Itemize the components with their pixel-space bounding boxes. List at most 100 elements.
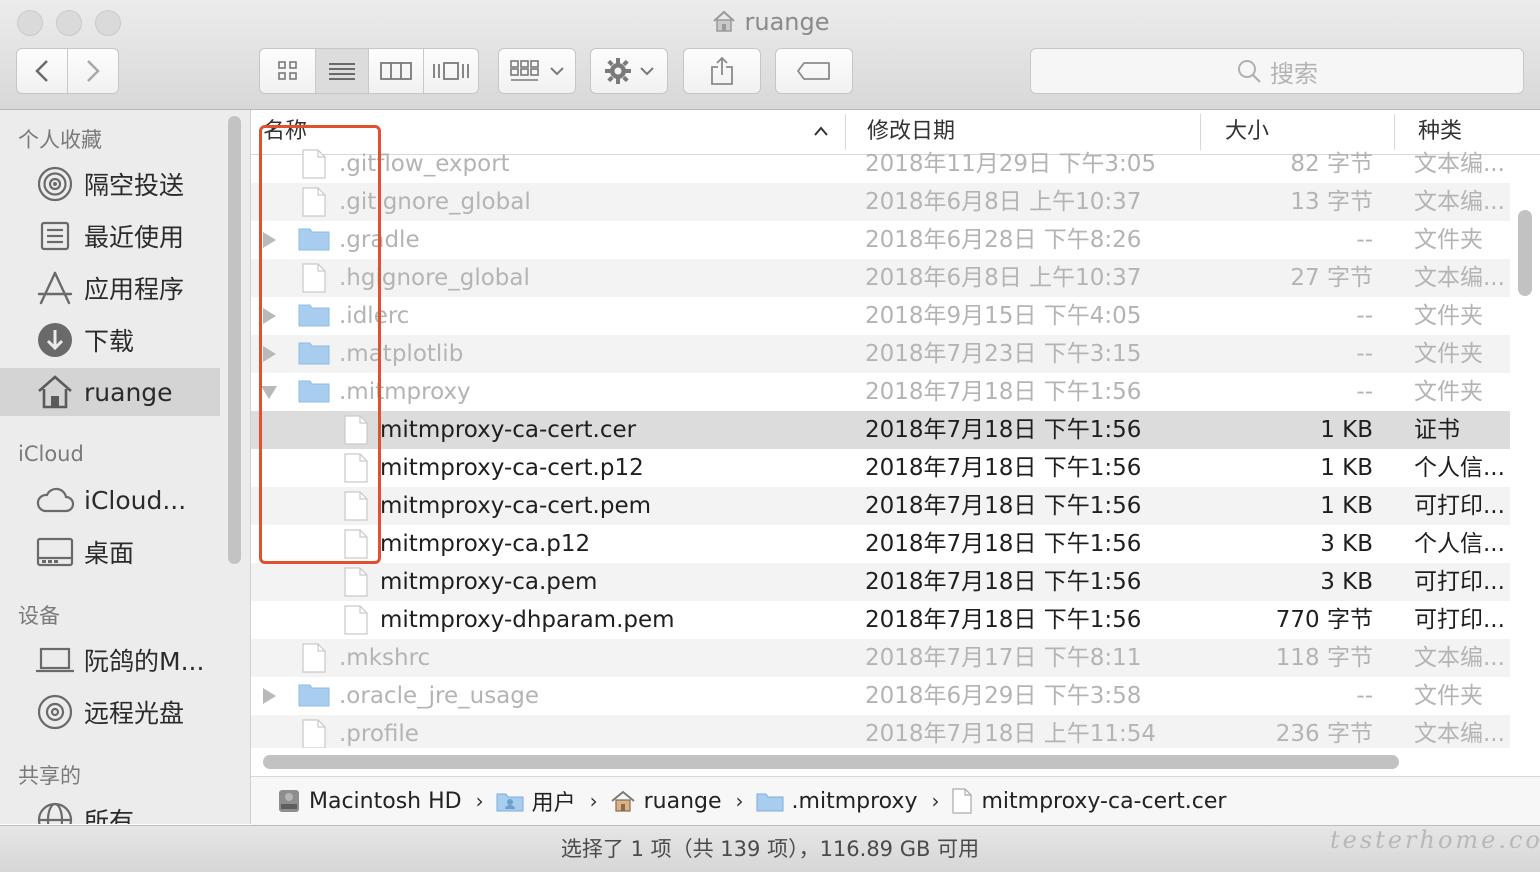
file-kind: 可打印... — [1414, 493, 1505, 519]
sidebar-header-devices: 设备 — [18, 604, 60, 628]
sidebar-item-label: 下载 — [84, 327, 135, 356]
gallery-view-button[interactable] — [424, 49, 479, 93]
sidebar-item-home[interactable]: ruange — [0, 368, 220, 416]
share-button[interactable] — [683, 48, 761, 94]
file-row[interactable]: .idlerc 2018年9月15日 下午4:05 -- 文件夹 — [251, 297, 1510, 335]
column-header-kind[interactable]: 种类 — [1418, 116, 1462, 148]
path-item-mitmproxy[interactable]: .mitmproxy › — [756, 789, 939, 814]
file-size: 27 字节 — [1290, 265, 1373, 291]
file-row[interactable]: .mitmproxy 2018年7月18日 下午1:56 -- 文件夹 — [251, 373, 1510, 411]
file-date: 2018年6月8日 上午10:37 — [865, 265, 1142, 291]
airdrop-icon — [34, 163, 76, 205]
column-header-size[interactable]: 大小 — [1225, 116, 1269, 148]
file-row[interactable]: .gitignore_global 2018年6月8日 上午10:37 13 字节文… — [251, 183, 1510, 221]
sidebar-item-remote-disc[interactable]: 远程光盘 — [0, 688, 220, 736]
column-view-button[interactable] — [369, 49, 424, 93]
file-date: 2018年7月18日 下午1:56 — [865, 569, 1142, 595]
list-view-button[interactable] — [316, 49, 369, 93]
path-item-home[interactable]: ruange › — [610, 789, 744, 814]
icon-view-button[interactable] — [260, 49, 317, 93]
home-icon — [34, 371, 76, 413]
file-row[interactable]: .hgignore_global 2018年6月8日 上午10:37 27 字节 文本… — [251, 259, 1510, 297]
file-row[interactable]: .oracle_jre_usage 2018年6月29日 下午3:58 -- 文件夹 — [251, 677, 1510, 715]
file-row[interactable]: mitmproxy-ca-cert.pem 2018年7月18日 下午1:56 1 … — [251, 487, 1510, 525]
file-date: 2018年7月18日 下午1:56 — [865, 607, 1142, 633]
sidebar-item-desktop[interactable]: 桌面 — [0, 528, 220, 576]
file-kind: 文本编... — [1414, 645, 1505, 671]
window-title-text: ruange — [744, 8, 830, 36]
sidebar-item-mac[interactable]: 阮鸽的M... — [0, 636, 220, 684]
file-row[interactable]: .gradle 2018年6月28日 下午8:26 -- 文件夹 — [251, 221, 1510, 259]
chevron-right-icon: › — [589, 789, 598, 813]
path-item-file[interactable]: mitmproxy-ca-cert.cer — [951, 788, 1226, 814]
tag-icon — [797, 62, 830, 80]
file-date: 2018年6月28日 下午8:26 — [865, 227, 1142, 253]
file-icon — [343, 605, 369, 641]
sidebar-item-icloud-drive[interactable]: iCloud... — [0, 476, 220, 524]
sidebar-item-airdrop[interactable]: 隔空投送 — [0, 160, 220, 208]
path-item-macintosh-hd[interactable]: Macintosh HD › — [277, 788, 484, 814]
arrange-button[interactable] — [498, 48, 576, 94]
sidebar-item-label: ruange — [84, 377, 173, 407]
horizontal-scrollbar[interactable] — [263, 755, 1399, 769]
network-icon — [34, 799, 76, 824]
sidebar-item-recents[interactable]: 最近使用 — [0, 212, 220, 260]
forward-button[interactable] — [68, 49, 119, 93]
downloads-icon — [34, 319, 76, 361]
folder-icon — [756, 790, 784, 812]
nav-buttons — [16, 48, 119, 94]
chevron-right-icon: › — [475, 789, 484, 813]
sidebar-scrollbar[interactable] — [228, 116, 241, 564]
file-row[interactable]: mitmproxy-ca.pem 2018年7月18日 下午1:56 3 KB 可打印… — [251, 563, 1510, 601]
sidebar-item-label: 最近使用 — [84, 223, 185, 252]
file-name: .mkshrc — [339, 645, 431, 671]
home-icon — [610, 789, 636, 813]
file-kind: 文本编... — [1414, 189, 1505, 215]
status-text: 选择了 1 项（共 139 项），116.89 GB 可用 — [560, 837, 980, 861]
chevron-down-icon — [550, 67, 564, 76]
tags-button[interactable] — [775, 48, 853, 94]
disclosure-triangle-closed-icon[interactable] — [263, 688, 276, 704]
arrange-grid-icon — [510, 60, 539, 81]
laptop-icon — [34, 639, 76, 681]
horizontal-scrollbar-track — [251, 748, 1540, 776]
file-row[interactable]: mitmproxy-ca-cert.p12 2018年7月18日 下午1:56 1 … — [251, 449, 1510, 487]
sidebar-item-label: 远程光盘 — [84, 699, 185, 728]
file-row[interactable]: .matplotlib 2018年7月23日 下午3:15 -- 文件夹 — [251, 335, 1510, 373]
file-kind: 可打印... — [1414, 569, 1505, 595]
applications-icon — [34, 267, 76, 309]
column-header-date[interactable]: 修改日期 — [867, 116, 955, 148]
back-button[interactable] — [17, 49, 68, 93]
file-name: .oracle_jre_usage — [339, 683, 540, 709]
search-field[interactable]: 搜索 — [1030, 48, 1524, 94]
file-name: .profile — [339, 721, 419, 747]
file-size: -- — [1356, 341, 1373, 367]
file-row[interactable]: .gitflow_export 2018年11月29日 下午3:05 82 字节 文本… — [251, 145, 1510, 183]
sidebar-item-applications[interactable]: 应用程序 — [0, 264, 220, 312]
file-row[interactable]: mitmproxy-ca-cert.cer 2018年7月18日 下午1:56 1 … — [251, 411, 1510, 449]
sidebar-item-downloads[interactable]: 下载 — [0, 316, 220, 364]
sidebar-item-label: 阮鸽的M... — [84, 647, 205, 676]
file-date: 2018年7月23日 下午3:15 — [865, 341, 1142, 367]
file-row[interactable]: .mkshrc 2018年7月17日 下午8:11 118 字节 文本编... — [251, 639, 1510, 677]
file-name: mitmproxy-ca.p12 — [380, 531, 591, 557]
columns-icon — [379, 62, 412, 80]
path-item-users[interactable]: 用户 › — [496, 785, 598, 817]
file-kind: 文本编... — [1414, 721, 1505, 747]
sidebar-item-all-shared[interactable]: 所有 — [0, 796, 220, 824]
action-button[interactable] — [590, 48, 668, 94]
watermark: testerhome.com — [1330, 826, 1540, 854]
vertical-scrollbar[interactable] — [1518, 210, 1532, 296]
disc-icon — [34, 691, 76, 733]
file-kind: 文件夹 — [1414, 303, 1483, 329]
file-row[interactable]: mitmproxy-dhparam.pem 2018年7月18日 下午1:56 77… — [251, 601, 1510, 639]
sidebar: 个人收藏 隔空投送 最近使用 应用程序 下载 ruange iCloud iCl… — [0, 110, 251, 824]
file-row[interactable]: mitmproxy-ca.p12 2018年7月18日 下午1:56 3 KB 个人信… — [251, 525, 1510, 563]
file-size: 118 字节 — [1275, 645, 1373, 671]
sidebar-item-label: 所有 — [84, 807, 135, 824]
file-kind: 文件夹 — [1414, 227, 1483, 253]
file-size: 82 字节 — [1290, 151, 1373, 177]
search-icon — [1238, 60, 1261, 83]
file-name: mitmproxy-dhparam.pem — [380, 607, 675, 633]
file-size: -- — [1356, 683, 1373, 709]
